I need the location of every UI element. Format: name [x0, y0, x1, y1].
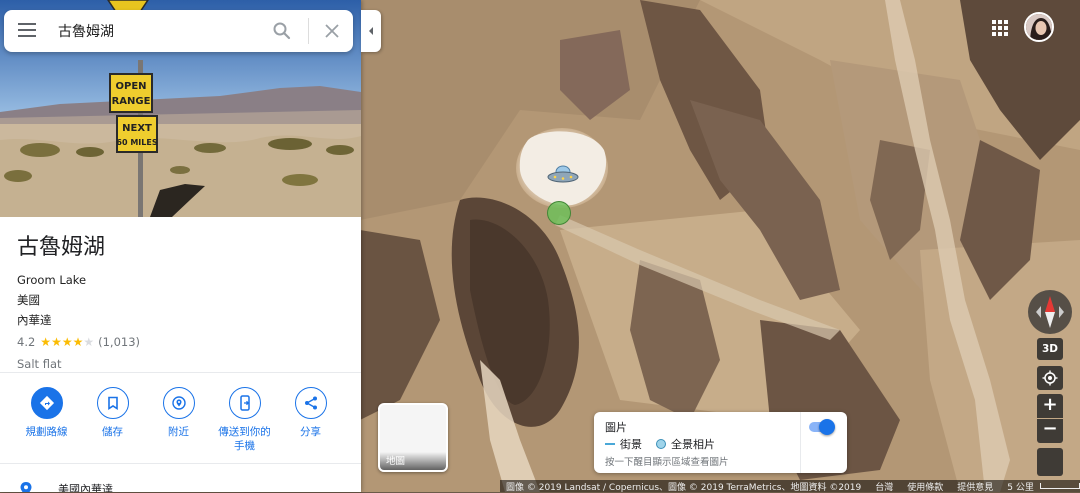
share-label: 分享 — [300, 426, 321, 438]
directions-icon — [30, 387, 63, 419]
send-to-phone-label-2: 手機 — [234, 440, 255, 452]
nearby-label: 附近 — [168, 426, 189, 438]
attribution-text: 圖像 © 2019 Landsat / Copernicus、圖像 © 2019… — [506, 482, 862, 493]
search-divider — [308, 18, 309, 44]
photos-layer-card: 圖片 街景 全景相片 按一下醒目顯示區域查看圖片 — [594, 412, 847, 473]
send-to-phone-label: 傳送到你的 — [218, 426, 271, 438]
ufo-icon[interactable] — [547, 163, 579, 185]
directions-label: 規劃路線 — [25, 426, 68, 438]
rating-value: 4.2 — [17, 335, 36, 349]
place-region: 內華達 — [17, 313, 52, 327]
save-button[interactable]: 儲存 — [80, 387, 145, 453]
star-icon: ★ — [72, 335, 84, 349]
rating-row: 4.2 ★★★★★ (1,013) — [17, 331, 347, 353]
rating-stars: ★★★★★ — [40, 331, 94, 353]
sign-open: OPEN — [115, 81, 146, 92]
scale-label[interactable]: 5 公里 — [1007, 480, 1034, 493]
sign-miles: 60 MILES — [116, 138, 157, 147]
place-title: 古魯姆湖 — [17, 235, 106, 260]
scale-bar — [1039, 483, 1080, 489]
photos-hint: 按一下醒目顯示區域查看圖片 — [605, 457, 729, 468]
share-button[interactable]: 分享 — [278, 387, 343, 453]
legend-street-view: 街景 — [620, 438, 642, 451]
action-bar: 規劃路線 儲存 附近 傳送到你的 手機 分享 — [14, 387, 354, 453]
address-row[interactable]: 美國內華達 — [20, 481, 113, 492]
star-icon: ★ — [51, 335, 62, 349]
close-icon[interactable] — [322, 21, 342, 41]
nearby-button[interactable]: 附近 — [146, 387, 211, 453]
location-pin-icon — [20, 482, 32, 492]
chevron-left-icon — [369, 27, 373, 35]
terms-link[interactable]: 使用條款 — [907, 480, 943, 493]
layer-thumb-label: 地圖 — [386, 456, 406, 467]
share-icon — [294, 387, 327, 419]
sign-next: NEXT — [122, 123, 152, 134]
account-avatar[interactable] — [1024, 12, 1054, 42]
bookmark-icon — [96, 387, 129, 419]
place-country: 美國 — [17, 293, 40, 307]
search-input[interactable] — [58, 20, 258, 42]
nearby-icon — [162, 387, 195, 419]
toggle-knob — [819, 419, 835, 435]
review-count-link[interactable]: (1,013) — [98, 331, 140, 353]
apps-grid-icon[interactable] — [990, 18, 1010, 38]
feedback-link[interactable]: 提供意見 — [957, 480, 993, 493]
menu-icon[interactable] — [18, 23, 36, 39]
save-label: 儲存 — [102, 426, 123, 438]
directions-button[interactable]: 規劃路線 — [14, 387, 79, 453]
legend-panorama: 全景相片 — [671, 438, 715, 451]
panorama-dot-icon — [656, 439, 666, 449]
star-icon: ★ — [61, 335, 73, 349]
send-to-phone-icon — [228, 387, 261, 419]
tilt-3d-button[interactable]: 3D — [1037, 338, 1063, 360]
place-panel: OPEN RANGE NEXT 60 MILES 古魯姆湖 Groom Lake… — [0, 0, 361, 492]
place-location-marker[interactable] — [547, 201, 571, 225]
divider — [0, 372, 361, 373]
star-icon: ★ — [40, 335, 52, 349]
map-footer: 圖像 © 2019 Landsat / Copernicus、圖像 © 2019… — [500, 480, 1080, 493]
divider — [0, 463, 361, 464]
sign-range: RANGE — [112, 96, 151, 107]
place-info: 古魯姆湖 Groom Lake 美國 內華達 4.2 ★★★★★ (1,013)… — [17, 229, 347, 375]
send-to-phone-button[interactable]: 傳送到你的 手機 — [212, 387, 277, 453]
zoom-in-button[interactable]: + — [1037, 394, 1063, 418]
photos-card-title: 圖片 — [605, 421, 627, 434]
map-layer-toggle[interactable]: 地圖 — [378, 403, 448, 472]
search-icon[interactable] — [272, 21, 292, 41]
zoom-out-button[interactable]: − — [1037, 419, 1063, 443]
my-location-icon[interactable] — [1037, 366, 1063, 390]
street-view-line-icon — [605, 443, 615, 445]
collapse-panel-button[interactable] — [361, 10, 381, 52]
divider — [800, 412, 801, 473]
photos-toggle-switch[interactable] — [809, 419, 835, 435]
address-text: 美國內華達 — [58, 483, 113, 492]
region-link[interactable]: 台灣 — [875, 480, 893, 493]
star-icon: ★ — [83, 335, 95, 349]
search-box — [4, 10, 353, 52]
street-view-pegman-icon[interactable] — [1037, 448, 1063, 476]
place-name-en: Groom Lake — [17, 273, 87, 287]
photos-legend: 街景 全景相片 — [605, 436, 715, 452]
compass-button[interactable] — [1028, 290, 1072, 334]
